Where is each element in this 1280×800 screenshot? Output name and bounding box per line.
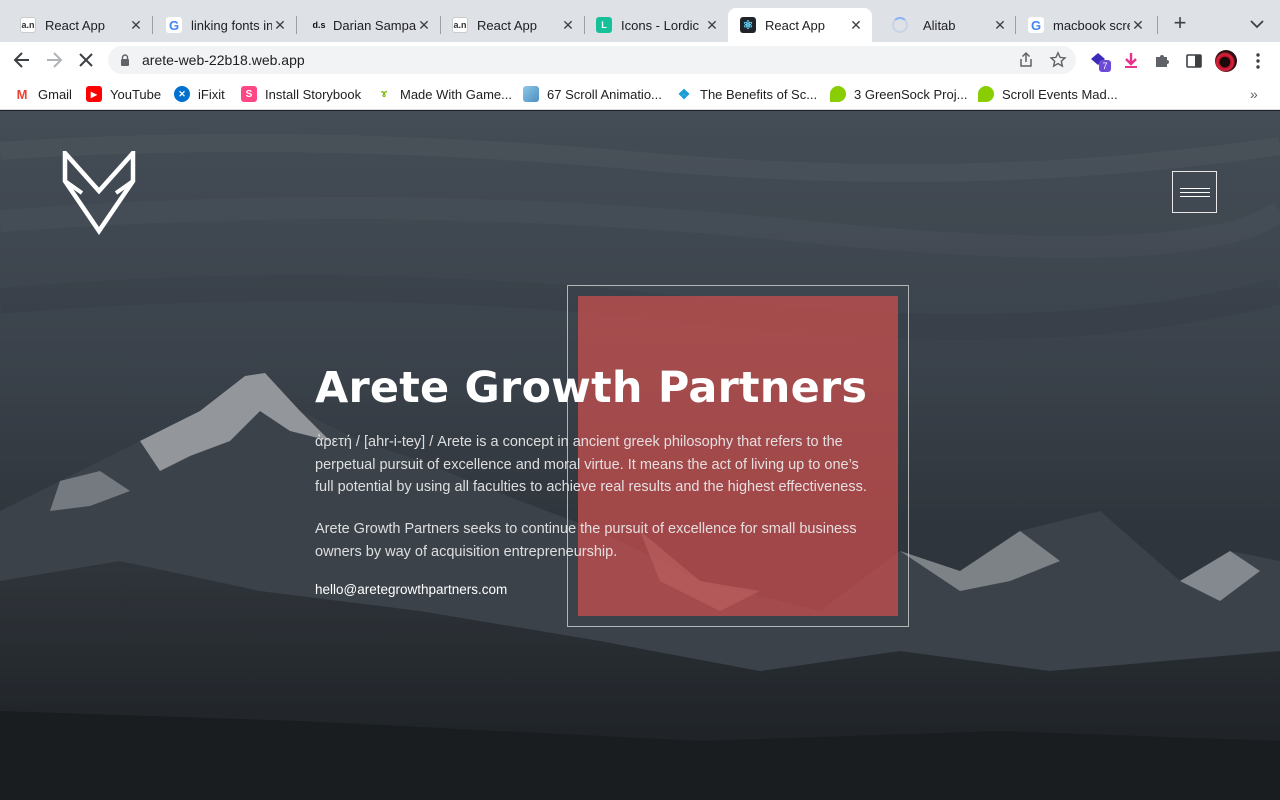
close-tab-icon[interactable]: ✕ xyxy=(416,17,432,33)
tab-title: React App xyxy=(477,17,537,33)
bookmark-label: Scroll Events Mad... xyxy=(1002,86,1118,102)
close-tab-icon[interactable]: ✕ xyxy=(992,17,1008,33)
close-tab-icon[interactable]: ✕ xyxy=(272,17,288,33)
bookmark-label: Made With Game... xyxy=(400,86,512,102)
bookmarks-bar: M Gmail ▶ YouTube ✕ iFixit S Install Sto… xyxy=(0,78,1280,110)
contact-email-link[interactable]: hello@aretegrowthpartners.com xyxy=(315,582,507,597)
address-bar[interactable]: arete-web-22b18.web.app xyxy=(108,46,1076,74)
bookmark-star-icon[interactable] xyxy=(1049,51,1067,69)
tab-title: React App xyxy=(45,17,105,33)
lordicon-icon: L xyxy=(596,17,612,33)
image-icon xyxy=(523,86,539,102)
puzzle-extensions-icon[interactable] xyxy=(1152,51,1172,71)
close-tab-icon[interactable]: ✕ xyxy=(1130,17,1146,33)
tab[interactable]: G linking fonts in ✕ xyxy=(146,8,296,42)
an-favicon-icon: a.n xyxy=(20,17,36,33)
extension-badge: 7 xyxy=(1099,60,1111,72)
loading-spinner-icon xyxy=(892,17,908,33)
bookmark-gamemaker[interactable]: ɤ Made With Game... xyxy=(376,86,512,102)
ds-favicon-icon: d.s xyxy=(312,20,326,30)
bookmark-scroll-animations[interactable]: 67 Scroll Animatio... xyxy=(523,86,662,102)
bookmark-label: The Benefits of Sc... xyxy=(700,86,818,102)
download-extension-icon[interactable] xyxy=(1121,51,1141,71)
gamemaker-icon: ɤ xyxy=(380,88,388,100)
arete-logo-icon[interactable] xyxy=(62,151,136,235)
new-tab-button[interactable]: + xyxy=(1168,12,1192,36)
bookmark-label: 3 GreenSock Proj... xyxy=(854,86,968,102)
tab-separator xyxy=(1157,16,1158,34)
storybook-icon: S xyxy=(241,86,257,102)
bookmark-gmail[interactable]: M Gmail xyxy=(14,86,72,102)
tab-title: macbook scre xyxy=(1053,17,1130,33)
bookmark-storybook[interactable]: S Install Storybook xyxy=(241,86,361,102)
profile-avatar[interactable] xyxy=(1215,50,1237,72)
hamburger-line xyxy=(1180,192,1210,193)
tab-title: React App xyxy=(765,17,825,33)
react-icon: ⚛ xyxy=(740,17,756,33)
close-tab-icon[interactable]: ✕ xyxy=(560,17,576,33)
tab-title: Icons - Lordic xyxy=(621,17,700,33)
bookmark-label: iFixit xyxy=(198,86,225,102)
bookmark-label: YouTube xyxy=(110,86,162,102)
close-tab-icon[interactable]: ✕ xyxy=(704,17,720,33)
lock-icon xyxy=(121,54,129,66)
ifixit-icon: ✕ xyxy=(174,86,190,102)
google-icon: G xyxy=(1028,17,1044,33)
page-viewport: Arete Growth Partners ἀρετή / [ahr-i-tey… xyxy=(0,111,1280,800)
forward-arrow-icon[interactable] xyxy=(42,49,66,71)
gmail-icon: M xyxy=(14,86,30,102)
bookmark-youtube[interactable]: ▶ YouTube xyxy=(86,86,161,102)
greensock-icon xyxy=(830,86,846,102)
tab-strip: a.n React App ✕ G linking fonts in ✕ d.s… xyxy=(0,0,1280,44)
extension-shape-icon[interactable]: 7 xyxy=(1088,51,1111,72)
bookmark-scroll-events[interactable]: Scroll Events Mad... xyxy=(978,86,1118,102)
side-panel-icon[interactable] xyxy=(1184,51,1204,71)
bookmark-label: Install Storybook xyxy=(265,86,362,102)
tab[interactable]: a.n React App ✕ xyxy=(432,8,584,42)
stop-loading-icon[interactable] xyxy=(74,49,98,71)
tab-search-chevron-icon[interactable] xyxy=(1247,14,1267,34)
page-title: Arete Growth Partners xyxy=(315,363,868,413)
tab-title: Darian Sampa xyxy=(333,17,416,33)
bookmark-greensock[interactable]: 3 GreenSock Proj... xyxy=(830,86,967,102)
google-icon: G xyxy=(166,17,182,33)
tab[interactable]: L Icons - Lordic ✕ xyxy=(576,8,728,42)
more-menu-icon[interactable] xyxy=(1253,51,1263,71)
browser-toolbar: arete-web-22b18.web.app 7 xyxy=(0,42,1280,78)
tab[interactable]: d.s Darian Sampa ✕ xyxy=(288,8,440,42)
hamburger-line xyxy=(1180,196,1210,197)
back-arrow-icon[interactable] xyxy=(10,49,34,71)
share-icon[interactable] xyxy=(1017,51,1035,69)
tab-title: linking fonts in xyxy=(191,17,272,33)
url-text[interactable]: arete-web-22b18.web.app xyxy=(142,52,305,68)
bookmark-benefits[interactable]: ❖ The Benefits of Sc... xyxy=(676,86,817,102)
close-tab-icon[interactable]: ✕ xyxy=(128,17,144,33)
bookmark-ifixit[interactable]: ✕ iFixit xyxy=(174,86,225,102)
tab[interactable]: Alitab ✕ xyxy=(872,8,1016,42)
youtube-icon: ▶ xyxy=(86,86,102,102)
close-tab-icon[interactable]: ✕ xyxy=(848,17,864,33)
bookmark-label: 67 Scroll Animatio... xyxy=(547,86,662,102)
an-favicon-icon: a.n xyxy=(452,17,468,33)
intro-paragraph: ἀρετή / [ahr-i-tey] / Arete is a concept… xyxy=(315,434,867,495)
bookmark-label: Gmail xyxy=(38,86,72,102)
greensock-icon xyxy=(978,86,994,102)
tab-active[interactable]: ⚛ React App ✕ xyxy=(728,8,872,42)
bookmarks-overflow-icon[interactable]: » xyxy=(1250,86,1258,102)
hamburger-line xyxy=(1180,188,1210,189)
tab-title: Alitab xyxy=(923,17,956,33)
hamburger-menu-button[interactable] xyxy=(1172,171,1217,213)
mission-paragraph: Arete Growth Partners seeks to continue … xyxy=(315,521,857,560)
tab[interactable]: G macbook scre ✕ xyxy=(1008,8,1154,42)
diamond-icon: ❖ xyxy=(677,85,691,102)
tab[interactable]: a.n React App ✕ xyxy=(0,8,152,42)
